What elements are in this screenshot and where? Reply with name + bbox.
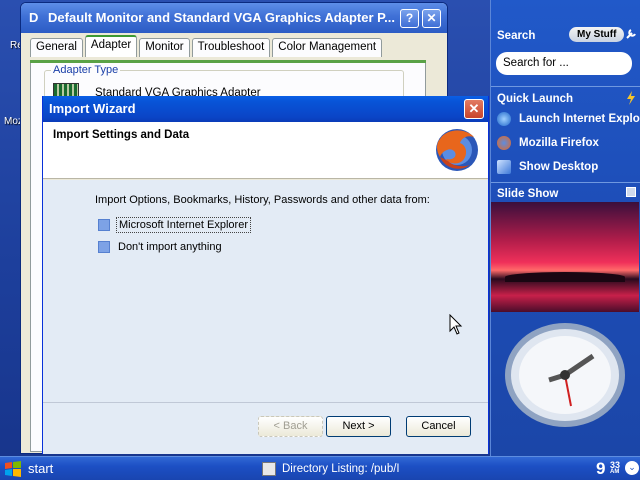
windows-flag-icon [5,461,21,477]
tab-accent-line [30,60,426,63]
cancel-button[interactable]: Cancel [406,416,471,437]
chevron-down-icon[interactable]: ⌄ [625,461,639,475]
search-input[interactable]: Search for ... [496,52,632,75]
tab-color-management[interactable]: Color Management [272,38,383,57]
wizard-title: Import Wizard [49,101,136,116]
wizard-body: Import Options, Bookmarks, History, Pass… [43,180,488,454]
show-desktop-icon [497,160,511,174]
firefox-icon [497,136,511,150]
close-button[interactable]: ✕ [422,9,441,28]
window-title: Default Monitor and Standard VGA Graphic… [48,10,395,25]
quick-launch-heading: Quick Launch [497,93,574,105]
divider [491,182,640,183]
quick-launch-label: Launch Internet Explorer [519,113,640,125]
clock-ampm: AM [610,469,620,475]
tab-adapter[interactable]: Adapter [84,35,138,57]
clock-icon [505,323,625,427]
taskbar-item-directory-listing[interactable]: Directory Listing: /pub/I [262,460,400,478]
divider [491,86,640,87]
firefox-logo-icon [436,129,478,171]
slide-show-heading: Slide Show [497,188,559,200]
mouse-cursor-icon [449,314,463,335]
quick-launch-label: Show Desktop [519,161,599,173]
search-heading: Search [497,30,536,42]
start-button[interactable]: start [0,457,90,480]
display-properties-titlebar[interactable]: D Default Monitor and Standard VGA Graph… [21,3,447,33]
import-prompt-text: Import Options, Bookmarks, History, Pass… [95,194,430,206]
quick-launch-internet-explorer[interactable]: Launch Internet Explorer [497,111,640,127]
tab-troubleshoot[interactable]: Troubleshoot [191,38,271,57]
taskbar: start Directory Listing: /pub/I 9 33 AM … [0,456,640,480]
desktop-sidebar: Search My Stuff Search for ... Quick Lau… [490,0,640,456]
wizard-header: Import Settings and Data [43,122,488,179]
my-stuff-button[interactable]: My Stuff [569,27,625,42]
tab-strip: General Adapter Monitor Troubleshoot Col… [30,35,384,57]
option-dont-import[interactable]: Don't import anything [98,239,224,255]
radio-box[interactable] [98,241,110,253]
sunset-island [505,272,625,282]
wrench-icon[interactable] [625,28,637,40]
tab-monitor[interactable]: Monitor [139,38,190,57]
window-title-prefix: D [29,10,39,25]
quick-launch-label: Mozilla Firefox [519,137,599,149]
task-label: Directory Listing: /pub/I [282,463,400,475]
option-internet-explorer[interactable]: Microsoft Internet Explorer [98,217,251,233]
quick-launch-show-desktop[interactable]: Show Desktop [497,159,598,175]
back-button[interactable]: < Back [258,416,323,437]
import-wizard-dialog: Import Wizard ✕ Import Settings and Data… [42,96,489,454]
radio-box[interactable] [98,219,110,231]
clock-hour: 9 [596,459,606,478]
next-button[interactable]: Next > [326,416,391,437]
option-label: Don't import anything [118,241,222,253]
internet-explorer-icon [497,112,511,126]
wizard-close-button[interactable]: ✕ [464,99,484,119]
document-icon [262,462,276,476]
option-label: Microsoft Internet Explorer [116,217,251,233]
slideshow-image[interactable] [491,202,639,312]
wizard-header-title: Import Settings and Data [53,129,190,141]
help-button[interactable]: ? [400,9,419,28]
lightning-icon [627,91,635,105]
wizard-titlebar[interactable]: Import Wizard ✕ [43,96,488,122]
slideshow-options-icon[interactable] [626,187,636,197]
quick-launch-firefox[interactable]: Mozilla Firefox [497,135,599,151]
tab-general[interactable]: General [30,38,83,57]
start-label: start [28,461,54,476]
button-separator [43,402,488,403]
adapter-type-label: Adapter Type [51,64,121,76]
